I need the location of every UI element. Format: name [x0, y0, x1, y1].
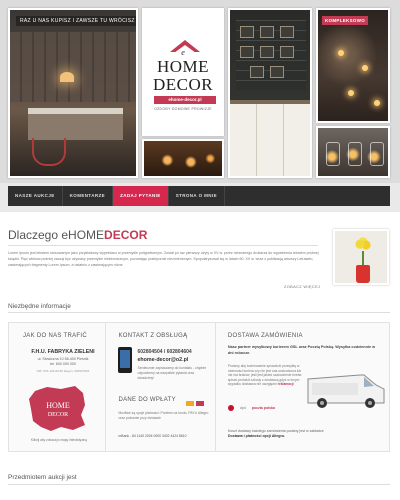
bedroom-photo: RAZ U NAS KUPISZ I ZAWSZE TU WRÓCISZ — [8, 8, 138, 178]
nav-zadaj-pytanie[interactable]: ZADAJ PYTANIE — [113, 186, 169, 206]
logo-decor: DECOR — [152, 75, 214, 94]
candles-photo — [142, 139, 224, 178]
company-name: F.H.U. FABRYKA ZIELENI — [31, 349, 95, 355]
shipping-column: DOSTAWA ZAMÓWIENIA Nasz partner wysyłkow… — [216, 323, 389, 451]
nav-komentarze[interactable]: KOMENTARZE — [63, 186, 114, 206]
info-panel: JAK DO NAS TRAFIĆ F.H.U. FABRYKA ZIELENI… — [8, 322, 390, 452]
poczta-polska-label: poczta polska — [251, 406, 275, 410]
hero-collage: RAZ U NAS KUPISZ I ZAWSZE TU WRÓCISZ e H… — [0, 0, 400, 183]
payment-badges — [186, 401, 205, 406]
nav-nasze-aukcje[interactable]: NASZE AUKCJE — [8, 186, 63, 206]
payment-title: DANE DO WPŁATY — [118, 397, 176, 403]
logo-e: e — [181, 48, 185, 57]
contact-numbers: 602804504 / 602804604 ehome-decor@o2.pl — [137, 349, 192, 364]
divider — [8, 245, 318, 246]
photo-tag: KOMPLEKSOWO — [322, 16, 369, 25]
svg-text:DECOR: DECOR — [48, 412, 68, 418]
contact-text: Serdecznie zapraszamy do kontaktu - chęt… — [137, 366, 207, 380]
phone-number-2[interactable]: 602804604 — [167, 349, 192, 355]
section-title: Niezbędne informacje — [8, 303, 71, 310]
contact-column: KONTAKT Z OBSŁUGĄ 602804504 / 602804604 … — [106, 323, 216, 451]
company-address: ul. Słowiczna 10 56-400 Pleśnik tel. 600… — [37, 357, 89, 366]
delivery-van-icon — [307, 374, 385, 408]
location-column: JAK DO NAS TRAFIĆ F.H.U. FABRYKA ZIELENI… — [9, 323, 107, 451]
contact-title: KONTAKT Z OBSŁUGĄ — [118, 333, 188, 339]
glass-jars-photo — [316, 126, 390, 178]
nav-strona-o-mnie[interactable]: STRONA O MNIE — [169, 186, 225, 206]
card-icon — [196, 401, 205, 406]
poland-map-icon[interactable]: HOME DECOR — [25, 383, 91, 433]
shipping-text: Prosimy aby kurierowanie sprawdzić przes… — [227, 364, 302, 387]
intro-text: Lorem Ipsum jest tekstem stosowanym jako… — [8, 251, 319, 267]
see-more-link[interactable]: ZOBACZ WIĘCEJ — [284, 284, 320, 289]
shipping-footnote: Koszt dostawy każdego zamówienia podany … — [227, 429, 324, 438]
shipping-summary: Nasz partner wysyłkowy kurierem GSL oraz… — [227, 345, 376, 355]
map-link[interactable]: Kliknij aby zobaczyć mapę interaktywną — [13, 438, 105, 442]
company-nip: NIP: 615-126-80-86 Regon: 020937803 — [36, 369, 90, 373]
phone-number-1[interactable]: 602804504 — [137, 349, 162, 355]
logo-tagline: OZDOBY DOMOWE PROWIZJE — [154, 107, 212, 111]
contact-email[interactable]: ehome-decor@o2.pl — [137, 356, 191, 364]
courier-logos: dpd poczta polska — [227, 405, 275, 411]
dpd-label: dpd — [239, 406, 246, 410]
svg-text:HOME: HOME — [46, 401, 70, 410]
bank-account: mBank - 84 1140 2004 0000 3402 4424 8610 — [118, 434, 187, 438]
main-content: Dlaczego eHOMEDECOR Lorem Ipsum jest tek… — [0, 212, 400, 500]
store-logo[interactable]: e HOME DECOR ehome-decor.pl OZDOBY DOMOW… — [142, 8, 224, 136]
payment-text: Możliwe są opcje płatności: Przelew na k… — [118, 411, 209, 420]
section-title: Przedmiotem aukcji jest — [8, 474, 77, 481]
divider — [8, 312, 390, 313]
flower-vase-photo — [333, 229, 389, 285]
kitchen-photo — [228, 8, 312, 178]
hero-banner: RAZ U NAS KUPISZ I ZAWSZE TU WRÓCISZ — [16, 16, 136, 26]
location-title: JAK DO NAS TRAFIĆ — [23, 333, 87, 339]
phone-icon — [118, 347, 133, 373]
shipping-title: DOSTAWA ZAMÓWIENIA — [227, 333, 303, 339]
logo-url: ehome-decor.pl — [154, 96, 216, 104]
payu-icon — [186, 401, 195, 406]
divider — [8, 484, 390, 485]
dpd-logo-icon — [227, 405, 234, 411]
jar-lights-photo: KOMPLEKSOWO — [316, 8, 390, 123]
main-nav: NASZE AUKCJE KOMENTARZE ZADAJ PYTANIE ST… — [8, 186, 390, 206]
logo-home: HOME — [156, 57, 210, 76]
page-headline: Dlaczego eHOMEDECOR — [8, 228, 148, 242]
